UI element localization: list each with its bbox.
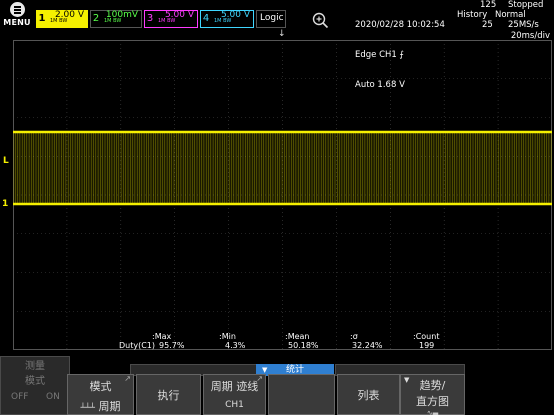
stat-header-max: :Max bbox=[152, 332, 172, 341]
channel-1-coupling: 1M BW bbox=[50, 18, 68, 24]
zoom-icon[interactable] bbox=[311, 11, 329, 29]
stat-header-min: :Min bbox=[219, 332, 236, 341]
channel-4-indicator[interactable]: 4 5.00 V 1M BW bbox=[200, 10, 254, 28]
stat-value-sigma: 32.24% bbox=[352, 341, 383, 350]
channel-4-number: 4 bbox=[202, 13, 210, 24]
stat-value-count: 199 bbox=[419, 341, 435, 350]
menu-button[interactable]: MENU bbox=[3, 2, 31, 30]
channel-2-indicator[interactable]: 2 100mV 1M BW bbox=[90, 10, 142, 28]
run-state: Stopped bbox=[508, 0, 544, 10]
trigger-level-marker: L bbox=[3, 156, 9, 166]
sample-rate: 25MS/s bbox=[508, 20, 539, 30]
stat-row-label: Duty(C1) bbox=[119, 341, 156, 350]
datetime: 2020/02/28 10:02:54 bbox=[355, 20, 445, 30]
channel-2-coupling: 1M BW bbox=[104, 18, 122, 24]
stat-header-count: :Count bbox=[413, 332, 440, 341]
execute-label: 执行 bbox=[157, 389, 180, 402]
list-label: 列表 bbox=[357, 389, 380, 402]
period-icon: ┴┴┴ bbox=[80, 403, 95, 412]
off-option: OFF bbox=[11, 392, 29, 402]
stat-value-min: 4.3% bbox=[225, 341, 246, 350]
period-trace-channel: CH1 bbox=[225, 400, 244, 410]
channel-1-indicator[interactable]: 1 2.00 V 1M BW bbox=[36, 10, 88, 28]
menu-label: MENU bbox=[3, 18, 31, 27]
channel-3-indicator[interactable]: 3 5.00 V 1M BW bbox=[144, 10, 198, 28]
execute-button[interactable]: 执行 bbox=[136, 374, 201, 415]
history-label: History bbox=[457, 10, 488, 20]
stat-header-sigma: :σ bbox=[350, 332, 358, 341]
period-trace-key[interactable]: 周期 迹线 CH1 ↗ bbox=[203, 374, 266, 415]
soft-key-menu: 测量 模式 OFF ON ▼ 统计 模式 ┴┴┴ 周期 ↗ 执行 周期 迹线 C… bbox=[0, 356, 554, 415]
stat-value-mean: 50.18% bbox=[288, 341, 319, 350]
channel-1-ground-marker: 1 bbox=[2, 199, 9, 209]
measure-mode-key[interactable]: 测量 模式 OFF ON bbox=[0, 356, 70, 415]
channel-2-number: 2 bbox=[92, 13, 100, 24]
channel-3-coupling: 1M BW bbox=[158, 18, 176, 24]
mode-key-value: 周期 bbox=[98, 400, 121, 413]
channel-1-trace bbox=[13, 130, 552, 206]
stat-value-max: 95.7% bbox=[159, 341, 185, 350]
trend-icon: ∿▄ bbox=[426, 409, 439, 415]
channel-1-number: 1 bbox=[38, 13, 46, 24]
on-option: ON bbox=[46, 392, 60, 402]
expand-icon: ↗ bbox=[124, 374, 131, 383]
list-button[interactable]: 列表 bbox=[337, 374, 400, 415]
statistics-panel: :Max :Min :Mean :σ :Count Duty(C1) 95.7%… bbox=[0, 332, 554, 352]
mode-key-label: 模式 bbox=[89, 380, 112, 393]
expand-icon: ↗ bbox=[256, 374, 263, 383]
trend-label: 趋势/ bbox=[419, 379, 446, 392]
trace-envelope bbox=[13, 132, 552, 204]
status-bar: MENU 1 2.00 V 1M BW 2 100mV 1M BW 3 5.00… bbox=[0, 0, 554, 90]
waveform-display[interactable] bbox=[13, 40, 552, 350]
history-count: 125 bbox=[480, 0, 497, 10]
mode-key[interactable]: 模式 ┴┴┴ 周期 ↗ bbox=[67, 374, 134, 415]
dropdown-triangle-icon: ▼ bbox=[404, 376, 410, 384]
acquisition-mode: Normal bbox=[495, 10, 526, 20]
logic-label: Logic bbox=[260, 13, 284, 23]
histogram-label: 直方图 bbox=[416, 395, 449, 408]
trend-histogram-key[interactable]: ▼ 趋势/ 直方图 ∿▄ bbox=[400, 374, 465, 415]
trigger-position-marker: ↓ bbox=[278, 29, 286, 39]
history-index: 25 bbox=[482, 20, 493, 30]
channel-3-number: 3 bbox=[146, 13, 154, 24]
measure-label: 测量 bbox=[25, 361, 45, 372]
logic-indicator[interactable]: Logic bbox=[256, 10, 286, 28]
measure-mode-label: 模式 bbox=[25, 376, 45, 387]
channel-4-coupling: 1M BW bbox=[214, 18, 232, 24]
menu-icon bbox=[9, 2, 25, 17]
empty-key[interactable] bbox=[268, 374, 335, 415]
stat-header-mean: :Mean bbox=[285, 332, 310, 341]
